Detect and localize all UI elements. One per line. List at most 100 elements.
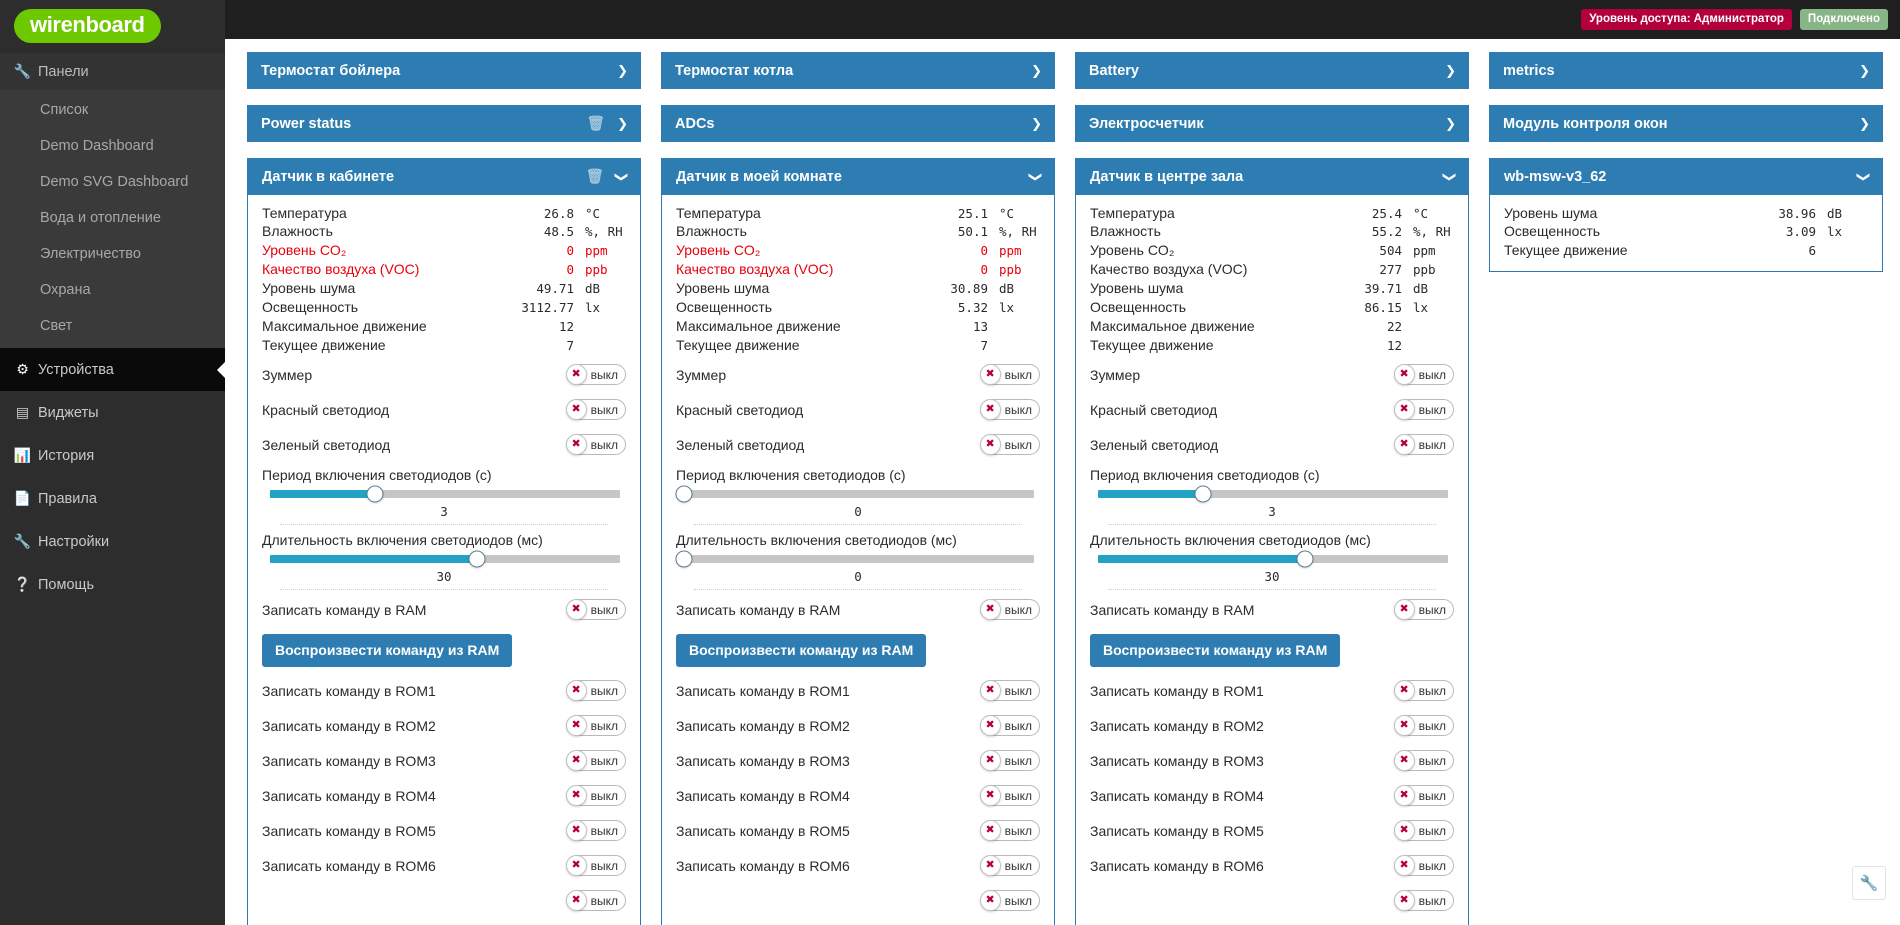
sidebar-item-demo-svg-dashboard[interactable]: Demo SVG Dashboard	[0, 164, 225, 200]
toggle-knob: ✖	[565, 855, 587, 877]
slider-handle[interactable]	[366, 485, 384, 503]
chevron-right-icon[interactable]: ❯	[1445, 116, 1456, 132]
toggle-rom6[interactable]: ✖ выкл	[979, 855, 1040, 877]
toggle-red-led[interactable]: ✖ выкл	[1393, 399, 1454, 421]
play-ram-button[interactable]: Воспроизвести команду из RAM	[1090, 634, 1341, 668]
toggle-rom4[interactable]: ✖ выкл	[565, 785, 626, 807]
sidebar-item-water-heating[interactable]: Вода и отопление	[0, 200, 225, 236]
brand-logo[interactable]: wirenboard	[0, 0, 225, 53]
toggle-rom3[interactable]: ✖ выкл	[1393, 750, 1454, 772]
settings-fab-button[interactable]: 🔧	[1852, 866, 1886, 900]
sidebar-item-rules[interactable]: 📄 Правила	[0, 477, 225, 520]
chevron-right-icon[interactable]: ❯	[1031, 116, 1042, 132]
play-ram-button[interactable]: Воспроизвести команду из RAM	[262, 634, 513, 668]
toggle-rom2[interactable]: ✖ выкл	[1393, 715, 1454, 737]
toggle-write-ram[interactable]: ✖ выкл	[565, 599, 626, 621]
panel-header[interactable]: Электросчетчик ❯	[1075, 105, 1469, 142]
metric-value: 39.71	[1364, 281, 1402, 297]
toggle-write-ram[interactable]: ✖ выкл	[979, 599, 1040, 621]
toggle-buzzer[interactable]: ✖ выкл	[565, 364, 626, 386]
sidebar-item-security[interactable]: Охрана	[0, 272, 225, 308]
panel-header[interactable]: Power status 🗑 ❯	[247, 105, 641, 142]
toggle-red-led[interactable]: ✖ выкл	[565, 399, 626, 421]
metric-row: Температура 25.1 °C	[676, 204, 1040, 223]
toggle-green-led[interactable]: ✖ выкл	[565, 434, 626, 456]
panel-header[interactable]: Термостат котла ❯	[661, 52, 1055, 89]
chevron-right-icon[interactable]: ❯	[1859, 116, 1870, 132]
sidebar-item-panels[interactable]: 🔧 Панели	[0, 53, 225, 90]
collapsed-panel: Электросчетчик ❯	[1075, 105, 1469, 142]
toggle-red-led[interactable]: ✖ выкл	[979, 399, 1040, 421]
toggle-rom1[interactable]: ✖ выкл	[565, 680, 626, 702]
panel-header[interactable]: Термостат бойлера ❯	[247, 52, 641, 89]
switch-row-rom3: Записать команду в ROM3 ✖ выкл	[262, 745, 626, 776]
sidebar-item-demo-dashboard[interactable]: Demo Dashboard	[0, 128, 225, 164]
toggle-rom5[interactable]: ✖ выкл	[1393, 820, 1454, 842]
slider-handle[interactable]	[675, 485, 693, 503]
panel-header[interactable]: Battery ❯	[1075, 52, 1469, 89]
toggle-write-ram[interactable]: ✖ выкл	[1393, 599, 1454, 621]
chevron-right-icon[interactable]: ❯	[1859, 63, 1870, 79]
switch-label: Записать команду в ROM3	[1090, 752, 1264, 769]
panel-header[interactable]: metrics ❯	[1489, 52, 1883, 89]
toggle-rom1[interactable]: ✖ выкл	[979, 680, 1040, 702]
slider-track[interactable]	[1098, 550, 1448, 568]
slider-track[interactable]	[675, 550, 1034, 568]
toggle-rom5[interactable]: ✖ выкл	[565, 820, 626, 842]
chevron-right-icon[interactable]: ❯	[617, 116, 628, 132]
slider-track[interactable]	[675, 485, 1034, 503]
toggle-rom5[interactable]: ✖ выкл	[979, 820, 1040, 842]
panel-header[interactable]: ADCs ❯	[661, 105, 1055, 142]
chevron-right-icon[interactable]: ❯	[1031, 63, 1042, 79]
toggle-rom2[interactable]: ✖ выкл	[979, 715, 1040, 737]
toggle-rom4[interactable]: ✖ выкл	[1393, 785, 1454, 807]
toggle-rom4[interactable]: ✖ выкл	[979, 785, 1040, 807]
chevron-down-icon[interactable]: ❯	[1442, 171, 1458, 182]
trash-icon[interactable]: 🗑	[587, 115, 605, 132]
slider-handle[interactable]	[468, 550, 485, 568]
sidebar-item-settings[interactable]: 🔧 Настройки	[0, 520, 225, 563]
sidebar-item-spisok[interactable]: Список	[0, 92, 225, 128]
sidebar-item-widgets[interactable]: ▤ Виджеты	[0, 391, 225, 434]
chevron-down-icon[interactable]: ❯	[614, 171, 630, 182]
toggle-buzzer[interactable]: ✖ выкл	[1393, 364, 1454, 386]
slider-track[interactable]	[1098, 485, 1448, 503]
close-icon: ✖	[1399, 368, 1409, 381]
panel-header[interactable]: Модуль контроля окон ❯	[1489, 105, 1883, 142]
toggle-rom3[interactable]: ✖ выкл	[565, 750, 626, 772]
panel-header[interactable]: wb-msw-v3_62 ❯	[1490, 158, 1882, 195]
slider-track[interactable]	[270, 550, 620, 568]
sidebar-item-devices[interactable]: ⚙ Устройства	[0, 348, 225, 391]
panel-header[interactable]: Датчик в моей комнате ❯	[662, 158, 1054, 195]
toggle-rom7-partial[interactable]: ✖ выкл	[1393, 890, 1454, 912]
close-icon: ✖	[1399, 754, 1409, 767]
panel-header[interactable]: Датчик в центре зала ❯	[1076, 158, 1468, 195]
sidebar-item-help[interactable]: ❔ Помощь	[0, 563, 225, 606]
toggle-rom7-partial[interactable]: ✖ выкл	[565, 890, 626, 912]
switch-label: Красный светодиод	[1090, 401, 1218, 418]
toggle-buzzer[interactable]: ✖ выкл	[979, 364, 1040, 386]
chevron-right-icon[interactable]: ❯	[1445, 63, 1456, 79]
sidebar-item-electricity[interactable]: Электричество	[0, 236, 225, 272]
toggle-green-led[interactable]: ✖ выкл	[979, 434, 1040, 456]
sidebar-item-history[interactable]: 📊 История	[0, 434, 225, 477]
trash-icon[interactable]: 🗑	[586, 168, 604, 185]
toggle-green-led[interactable]: ✖ выкл	[1393, 434, 1454, 456]
sidebar-item-light[interactable]: Свет	[0, 308, 225, 344]
toggle-rom6[interactable]: ✖ выкл	[565, 855, 626, 877]
toggle-rom1[interactable]: ✖ выкл	[1393, 680, 1454, 702]
chevron-down-icon[interactable]: ❯	[1028, 171, 1044, 182]
slider-handle[interactable]	[1194, 485, 1212, 503]
chevron-right-icon[interactable]: ❯	[617, 63, 628, 79]
toggle-rom7-partial[interactable]: ✖ выкл	[979, 890, 1040, 912]
slider-track[interactable]	[270, 485, 620, 503]
toggle-rom6[interactable]: ✖ выкл	[1393, 855, 1454, 877]
panel-header[interactable]: Датчик в кабинете 🗑 ❯	[248, 158, 640, 195]
chevron-down-icon[interactable]: ❯	[1856, 171, 1872, 182]
slider-handle[interactable]	[1296, 550, 1313, 568]
toggle-rom3[interactable]: ✖ выкл	[979, 750, 1040, 772]
play-ram-button[interactable]: Воспроизвести команду из RAM	[676, 634, 927, 668]
slider-handle[interactable]	[675, 550, 693, 568]
device-column-1: Термостат бойлера ❯ Power status 🗑 ❯ Датчик в…	[247, 52, 641, 925]
toggle-rom2[interactable]: ✖ выкл	[565, 715, 626, 737]
